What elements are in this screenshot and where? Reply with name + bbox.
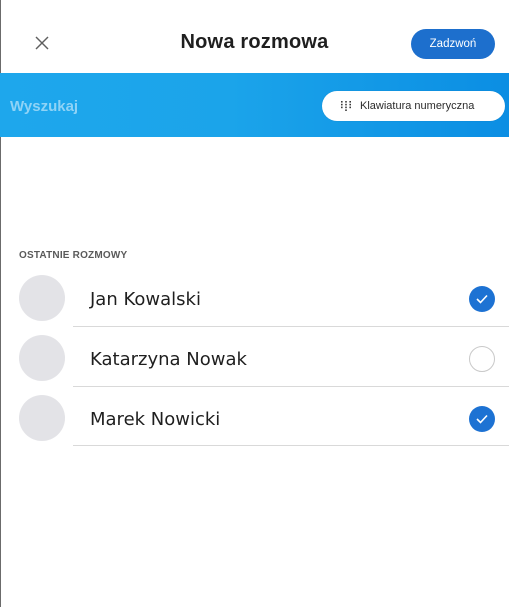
recent-section-title: OSTATNIE ROZMOWY xyxy=(19,250,128,261)
list-item[interactable]: Katarzyna Nowak xyxy=(0,335,509,393)
divider xyxy=(73,326,509,327)
header: Nowa rozmowa Zadzwoń xyxy=(0,0,509,73)
checkbox-selected[interactable] xyxy=(469,286,495,312)
checkmark-icon xyxy=(476,294,488,304)
contact-name: Jan Kowalski xyxy=(90,289,201,310)
keypad-label: Klawiatura numeryczna xyxy=(360,100,475,112)
keypad-button[interactable]: Klawiatura numeryczna xyxy=(322,91,505,121)
search-input[interactable] xyxy=(10,93,280,119)
avatar xyxy=(19,335,65,381)
list-item[interactable]: Jan Kowalski xyxy=(0,275,509,333)
avatar xyxy=(19,275,65,321)
contact-name: Katarzyna Nowak xyxy=(90,349,247,370)
dialpad-icon xyxy=(341,101,351,111)
call-button[interactable]: Zadzwoń xyxy=(411,29,495,59)
contact-name: Marek Nowicki xyxy=(90,409,221,430)
avatar xyxy=(19,395,65,441)
checkbox-unselected[interactable] xyxy=(469,346,495,372)
checkmark-icon xyxy=(476,414,488,424)
divider xyxy=(73,445,509,446)
divider xyxy=(73,386,509,387)
checkbox-selected[interactable] xyxy=(469,406,495,432)
